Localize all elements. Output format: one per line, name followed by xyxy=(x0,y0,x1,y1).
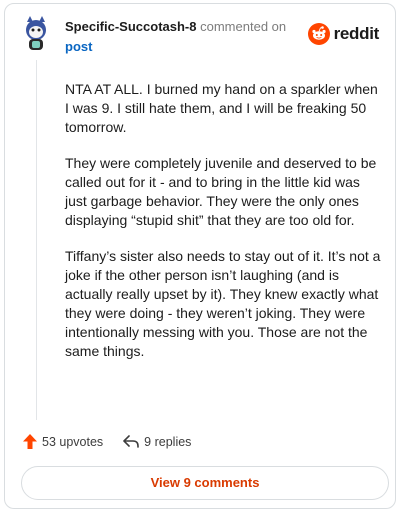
replies-button[interactable]: 9 replies xyxy=(123,435,191,449)
thread-line xyxy=(36,60,37,420)
upvote-button[interactable]: 53 upvotes xyxy=(23,434,103,449)
reddit-logo[interactable]: reddit xyxy=(307,23,380,45)
username-link[interactable]: Specific-Succotash-8 xyxy=(65,19,197,34)
comment-paragraph: Tiffany’s sister also needs to stay out … xyxy=(65,248,381,359)
upvote-arrow-icon xyxy=(23,434,37,449)
upvote-count: 53 upvotes xyxy=(42,434,104,449)
comment-paragraph: They were completely juvenile and deserv… xyxy=(65,155,377,228)
comment-card: Specific-Succotash-8 commented on post r… xyxy=(4,3,396,509)
reddit-logo-icon xyxy=(307,23,330,45)
reply-count: 9 replies xyxy=(144,434,192,449)
reply-arrow-icon xyxy=(123,435,139,448)
comment-actions: 53 upvotes 9 replies xyxy=(23,434,191,449)
comment-paragraph: NTA AT ALL. I burned my hand on a sparkl… xyxy=(65,81,378,135)
reddit-wordmark: reddit xyxy=(333,24,380,43)
comment-header: Specific-Succotash-8 commented on post xyxy=(65,17,286,57)
action-text: commented on xyxy=(200,19,287,34)
comment-body: NTA AT ALL. I burned my hand on a sparkl… xyxy=(65,80,383,378)
user-avatar-icon[interactable] xyxy=(21,16,51,52)
post-link[interactable]: post xyxy=(65,37,286,57)
view-comments-button[interactable]: View 9 comments xyxy=(21,466,389,500)
